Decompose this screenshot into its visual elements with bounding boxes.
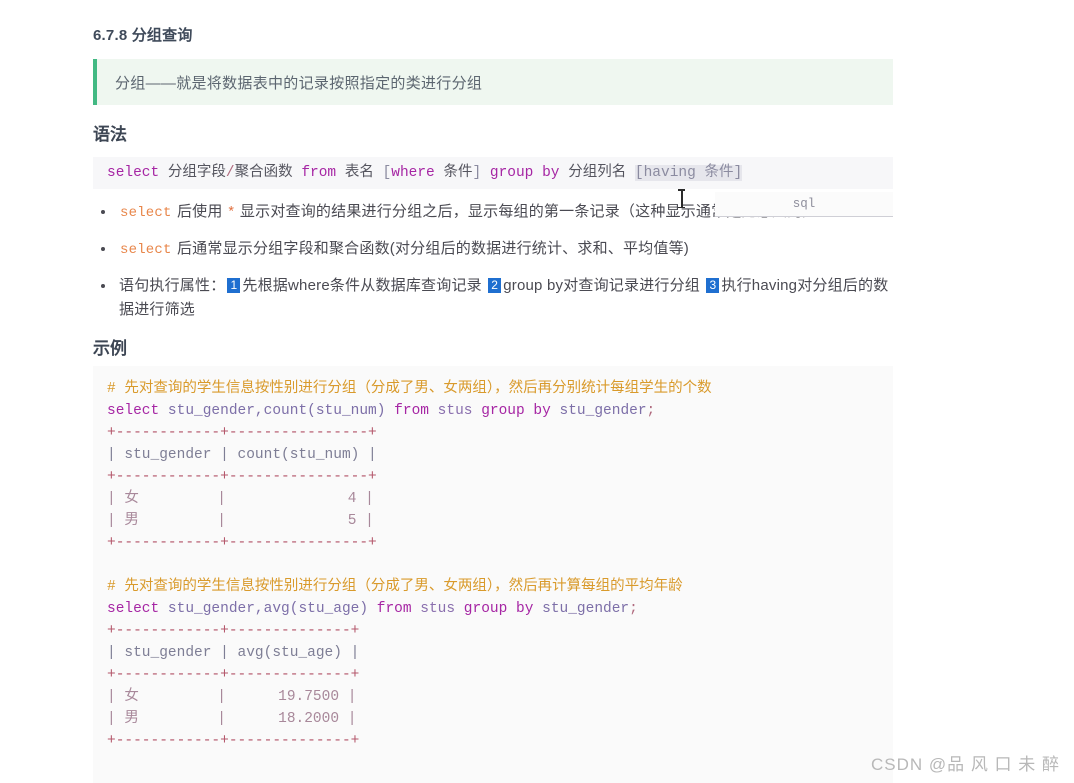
list-item: 语句执行属性： 1 先根据where条件从数据库查询记录 2 group by对查询记… — [93, 274, 893, 322]
step-text-2: group by对查询记录进行分组 — [503, 277, 705, 294]
list-item: select 后通常显示分组字段和聚合函数(对分组后的数据进行统计、求和、平均值… — [93, 237, 893, 262]
token-group-col: 分组列名 — [559, 165, 635, 181]
q1-select: select — [107, 403, 160, 419]
token-group: group — [481, 165, 534, 181]
blockquote-callout: 分组——就是将数据表中的记录按照指定的类进行分组 — [93, 59, 893, 105]
table-row: | 男 | 18.2000 | — [107, 711, 357, 727]
q2-semicolon: ; — [629, 601, 638, 617]
q1-table: stus — [428, 403, 482, 419]
q1-group-col: stu_gender — [550, 403, 647, 419]
bullet-text-a: 后使用 — [172, 203, 227, 220]
inline-code-star: * — [226, 205, 236, 221]
token-by: by — [533, 165, 560, 181]
text-cursor-icon — [678, 189, 685, 208]
table-row: | 女 | 4 | — [107, 491, 374, 507]
token-bracket-close: ] — [472, 165, 482, 181]
code-language-label[interactable]: sql — [715, 192, 893, 217]
step-text-1: 先根据where条件从数据库查询记录 — [242, 277, 487, 294]
q1-semicolon: ; — [646, 403, 656, 419]
q2-columns: stu_gender,avg(stu_age) — [159, 601, 377, 617]
token-select: select — [107, 165, 160, 181]
t2-border-bottom: +------------+--------------+ — [107, 733, 360, 749]
code-comment-2: # 先对查询的学生信息按性别进行分组（分成了男、女两组），然后再计算每组的平均年… — [107, 579, 683, 595]
heading-syntax: 语法 — [93, 125, 127, 144]
inline-code-select: select — [120, 242, 172, 258]
code-comment-1: # 先对查询的学生信息按性别进行分组（分成了男、女两组），然后再分别统计每组学生… — [107, 381, 712, 397]
bullet-text-a: 后通常显示分组字段和聚合函数(对分组后的数据进行统计、求和、平均值等) — [172, 240, 689, 257]
q2-select: select — [107, 601, 160, 617]
page-title: 6.7.8 分组查询 — [93, 27, 193, 44]
blockquote-text: 分组——就是将数据表中的记录按照指定的类进行分组 — [115, 74, 483, 92]
token-table-name: 表名 — [336, 165, 383, 181]
token-group-field: 分组字段 — [159, 165, 226, 181]
exec-order-label: 语句执行属性： — [119, 277, 226, 294]
t1-header-row: | stu_gender | count(stu_num) | — [107, 447, 377, 463]
q2-group: group — [463, 601, 508, 617]
step-badge-2: 2 — [488, 278, 502, 293]
q1-by: by — [524, 403, 551, 419]
step-badge-1: 1 — [227, 278, 241, 293]
q1-from: from — [394, 403, 429, 419]
t2-border-top: +------------+--------------+ — [107, 623, 360, 639]
heading-example: 示例 — [93, 339, 127, 358]
t1-border-top: +------------+----------------+ — [107, 425, 377, 441]
inline-code-select: select — [120, 205, 172, 221]
watermark: CSDN @品 风 口 未 醉 — [870, 755, 1060, 774]
example-code-block[interactable]: # 先对查询的学生信息按性别进行分组（分成了男、女两组），然后再分别统计每组学生… — [93, 366, 893, 783]
q2-table: stus — [411, 601, 464, 617]
q2-from: from — [376, 601, 412, 617]
token-where: where — [391, 165, 435, 181]
t1-border-bottom: +------------+----------------+ — [107, 535, 377, 551]
q2-group-col: stu_gender — [533, 601, 630, 617]
table-row: | 男 | 5 | — [107, 513, 374, 529]
token-bracket-open: [ — [382, 165, 392, 181]
table-row: | 女 | 19.7500 | — [107, 689, 357, 705]
page-root: 6.7.8 分组查询 分组——就是将数据表中的记录按照指定的类进行分组 语法 s… — [0, 0, 1074, 783]
syntax-code-block[interactable]: select 分组字段/聚合函数 from 表名 [where 条件] grou… — [93, 157, 893, 189]
t1-border-mid: +------------+----------------+ — [107, 469, 377, 485]
token-where-cond: 条件 — [434, 165, 473, 181]
step-badge-3: 3 — [706, 278, 720, 293]
q2-by: by — [507, 601, 534, 617]
token-slash: / — [225, 165, 235, 181]
bullet-list: select 后使用 * 显示对查询的结果进行分组之后，显示每组的第一条记录（这… — [93, 200, 893, 334]
token-agg-func: 聚合函数 — [234, 165, 302, 181]
token-having-clause: [having 条件] — [634, 165, 743, 181]
q1-columns: stu_gender,count(stu_num) — [159, 403, 395, 419]
q1-group: group — [481, 403, 525, 419]
token-from: from — [301, 165, 337, 181]
t2-border-mid: +------------+--------------+ — [107, 667, 360, 683]
t2-header-row: | stu_gender | avg(stu_age) | — [107, 645, 360, 661]
